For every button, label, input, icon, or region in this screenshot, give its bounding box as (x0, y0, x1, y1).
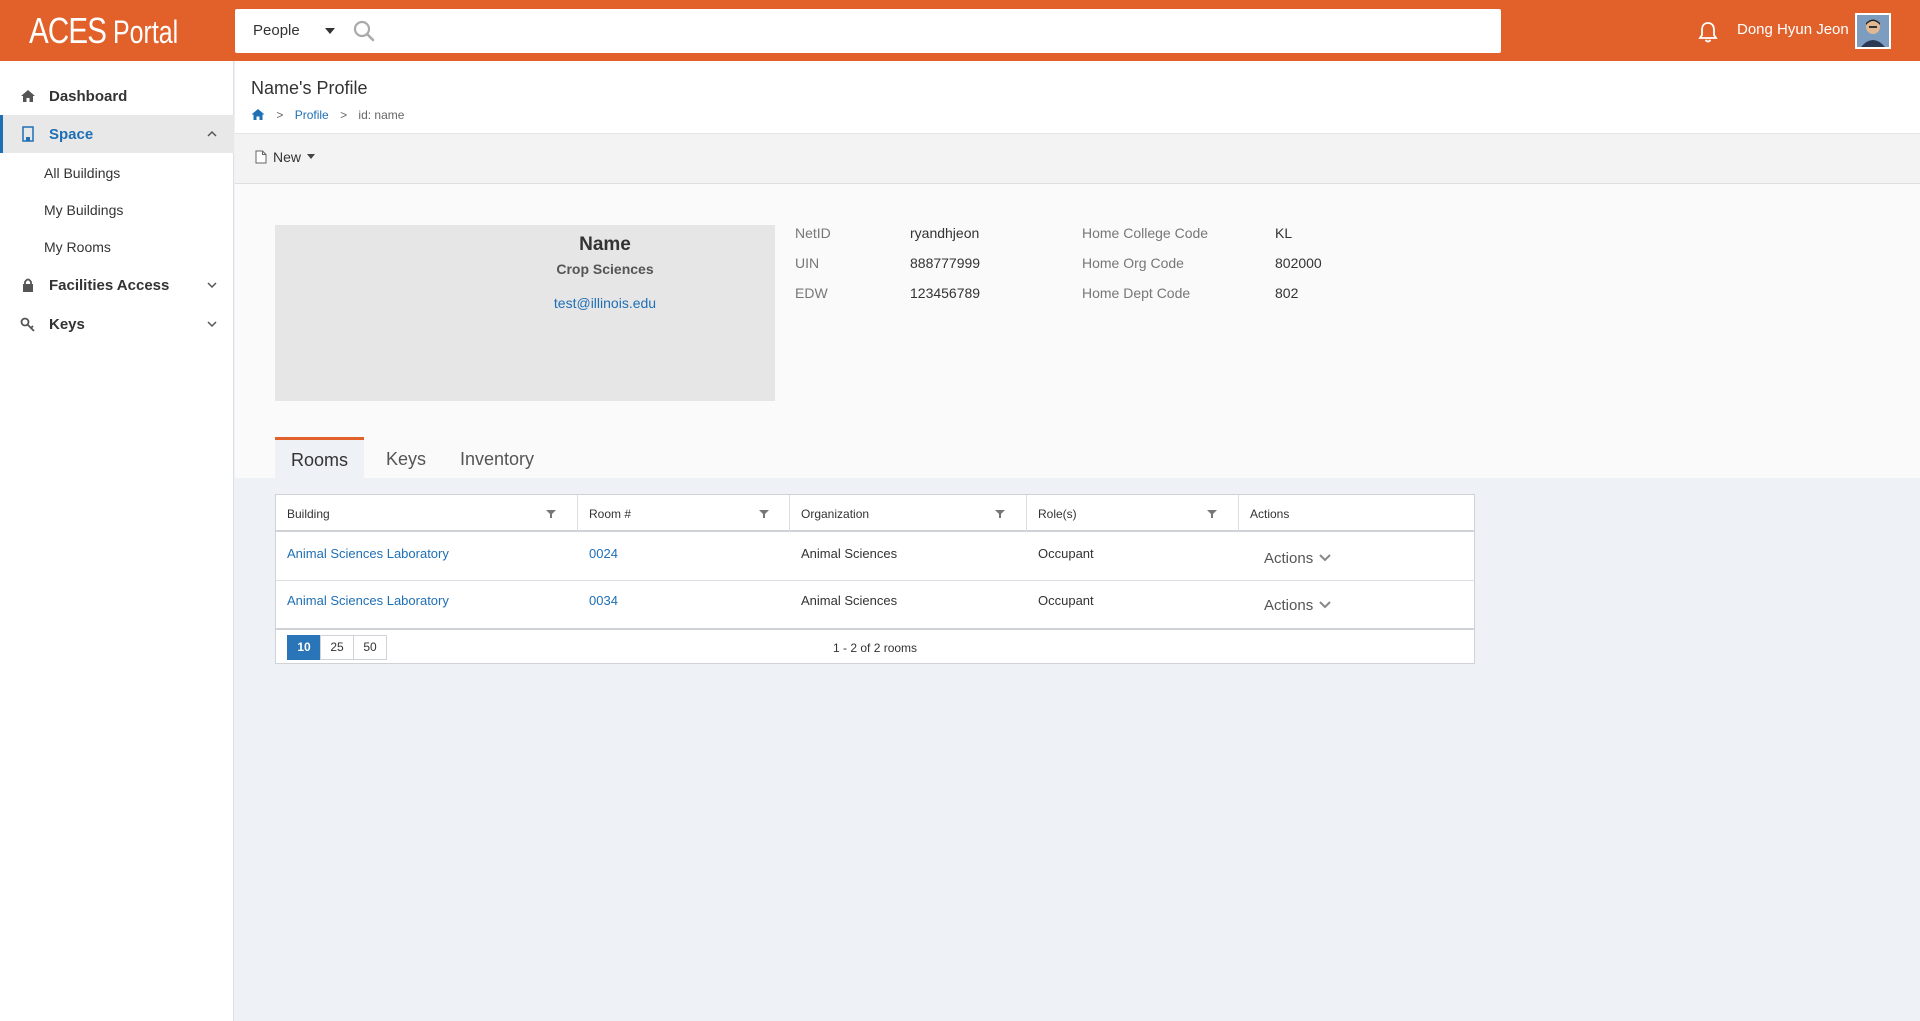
building-icon (22, 126, 34, 142)
home-college-code-label: Home College Code (1082, 225, 1209, 241)
building-link[interactable]: Animal Sciences Laboratory (287, 546, 449, 561)
chevron-down-icon (1319, 554, 1331, 562)
profile-department: Crop Sciences (556, 261, 654, 277)
sidebar: Dashboard Space All Buildings My Buildin… (0, 61, 234, 1021)
pager-info: 1 - 2 of 2 rooms (833, 641, 918, 655)
sidebar-subitem-all-buildings[interactable]: All Buildings (44, 165, 120, 181)
new-button-label: New (273, 149, 302, 165)
new-button[interactable]: New (255, 149, 316, 165)
table-pager: 10 25 50 1 - 2 of 2 rooms (276, 628, 1474, 663)
profile-email-link[interactable]: test@illinois.edu (515, 295, 695, 311)
chevron-up-icon (207, 130, 217, 137)
key-icon (20, 317, 35, 332)
chevron-down-icon (207, 282, 217, 289)
home-dept-code-value: 802 (1275, 285, 1299, 301)
role-cell: Occupant (1038, 546, 1094, 561)
uin-value: 888777999 (910, 255, 981, 271)
breadcrumb: > Profile > id: name (251, 108, 404, 122)
home-dept-code-label: Home Dept Code (1082, 285, 1191, 301)
sidebar-item-dashboard[interactable]: Dashboard (0, 77, 234, 115)
filter-icon[interactable] (1207, 509, 1217, 519)
caret-down-icon (307, 154, 316, 159)
page-header: Name's Profile > Profile > id: name (235, 61, 1920, 134)
breadcrumb-current: id: name (358, 108, 405, 122)
breadcrumb-profile-link[interactable]: Profile (295, 108, 329, 122)
app-logo[interactable]: ACES Portal (29, 10, 197, 52)
lock-icon (23, 278, 33, 292)
uin-label: UIN (795, 255, 820, 271)
user-name[interactable]: Dong Hyun Jeon (1737, 21, 1849, 38)
column-header-organization[interactable]: Organization (790, 495, 1027, 532)
profile-name: Name (579, 234, 631, 255)
edw-label: EDW (795, 285, 828, 301)
filter-icon[interactable] (759, 509, 769, 519)
search-input[interactable] (385, 16, 1485, 46)
page-size-10[interactable]: 10 (287, 635, 321, 660)
row-actions-button[interactable]: Actions (1264, 550, 1331, 567)
sidebar-item-label: Facilities Access (49, 277, 170, 294)
column-header-roles[interactable]: Role(s) (1027, 495, 1239, 532)
sidebar-item-label: Space (49, 126, 94, 143)
role-cell: Occupant (1038, 593, 1094, 608)
netid-label: NetID (795, 225, 831, 241)
column-header-room[interactable]: Room # (578, 495, 790, 532)
filter-icon[interactable] (995, 509, 1005, 519)
profile-card: Name Crop Sciences test@illinois.edu (275, 225, 775, 401)
page-size-25[interactable]: 25 (320, 635, 354, 660)
sidebar-item-space[interactable]: Space (0, 115, 234, 153)
building-link[interactable]: Animal Sciences Laboratory (287, 593, 449, 608)
edw-value: 123456789 (910, 285, 981, 301)
home-org-code-label: Home Org Code (1082, 255, 1184, 271)
scope-caret-icon[interactable] (325, 28, 335, 34)
sidebar-subitem-my-rooms[interactable]: My Rooms (44, 239, 111, 255)
column-header-building[interactable]: Building (276, 495, 578, 532)
tab-keys[interactable]: Keys (376, 437, 436, 479)
home-org-code-value: 802000 (1275, 255, 1322, 271)
toolbar: New (235, 134, 1920, 184)
page-title: Name's Profile (251, 78, 368, 98)
column-header-actions: Actions (1250, 507, 1290, 521)
room-link[interactable]: 0034 (589, 593, 618, 608)
table-row: Animal Sciences Laboratory 0034 Animal S… (276, 581, 1474, 628)
bell-icon[interactable] (1697, 20, 1719, 44)
room-link[interactable]: 0024 (589, 546, 618, 561)
breadcrumb-separator: > (276, 108, 284, 122)
brand-sub: Portal (112, 14, 179, 50)
search-icon[interactable] (352, 19, 376, 43)
home-icon[interactable] (251, 108, 265, 121)
brand-main: ACES (29, 10, 107, 51)
organization-cell: Animal Sciences (801, 546, 898, 561)
netid-value: ryandhjeon (910, 225, 980, 241)
table-row: Animal Sciences Laboratory 0024 Animal S… (276, 534, 1474, 581)
document-icon (255, 150, 267, 164)
profile-section: Name Crop Sciences test@illinois.edu Net… (235, 184, 1920, 478)
search-scope-select[interactable]: People (253, 22, 300, 39)
sidebar-item-keys[interactable]: Keys (0, 305, 234, 343)
tab-rooms[interactable]: Rooms (275, 437, 364, 479)
rooms-table: Building Room # Organization Role(s) Act… (275, 494, 1475, 664)
home-college-code-value: KL (1275, 225, 1293, 241)
top-bar: ACES Portal People Dong Hyun Jeon (0, 0, 1920, 61)
search-bar: People (235, 9, 1501, 53)
page-size-50[interactable]: 50 (353, 635, 387, 660)
home-icon (21, 90, 35, 102)
filter-icon[interactable] (546, 509, 556, 519)
chevron-down-icon (1319, 601, 1331, 609)
table-header: Building Room # Organization Role(s) Act… (276, 495, 1474, 532)
sidebar-subitem-my-buildings[interactable]: My Buildings (44, 202, 123, 218)
chevron-down-icon (207, 321, 217, 328)
sidebar-item-label: Keys (49, 316, 85, 333)
breadcrumb-separator: > (340, 108, 348, 122)
avatar[interactable] (1855, 13, 1891, 49)
tab-inventory[interactable]: Inventory (452, 437, 542, 479)
sidebar-item-facilities-access[interactable]: Facilities Access (0, 266, 234, 304)
organization-cell: Animal Sciences (801, 593, 898, 608)
sidebar-item-label: Dashboard (49, 88, 128, 105)
row-actions-button[interactable]: Actions (1264, 597, 1331, 614)
